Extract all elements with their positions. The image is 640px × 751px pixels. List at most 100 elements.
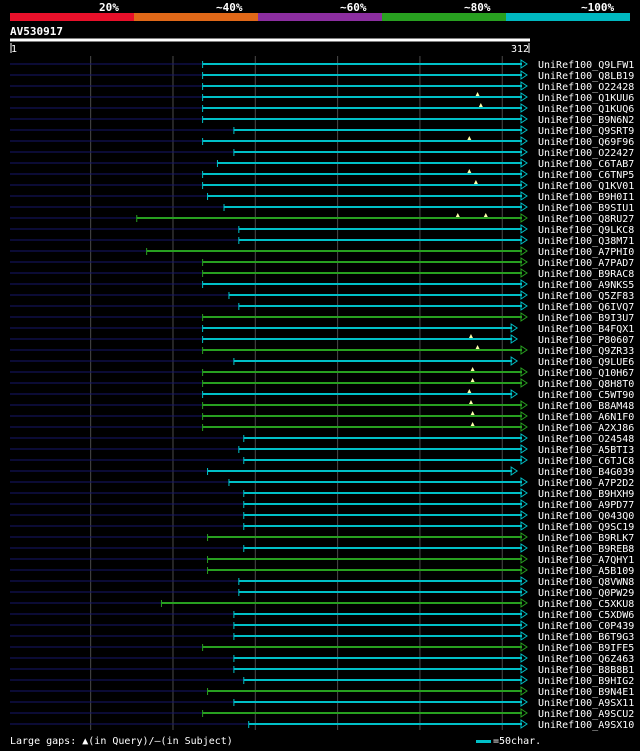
hit-row[interactable]: UniRef100_B9RLK7: [10, 532, 634, 544]
hit-row[interactable]: UniRef100_A2XJ86: [10, 422, 634, 434]
hit-label[interactable]: UniRef100_C6TJC8: [538, 456, 634, 467]
hit-row[interactable]: UniRef100_Q8RU27: [10, 213, 634, 225]
hit-row[interactable]: UniRef100_Q9LKC8: [10, 224, 634, 236]
hit-row[interactable]: UniRef100_O22428: [10, 81, 634, 93]
hit-row[interactable]: UniRef100_B9HIG2: [10, 675, 634, 687]
hit-label[interactable]: UniRef100_Q8LB19: [538, 71, 634, 82]
hit-label[interactable]: UniRef100_Q6Z463: [538, 654, 634, 665]
hit-row[interactable]: UniRef100_A7QHY1: [10, 554, 634, 566]
hit-row[interactable]: UniRef100_B4FQX1: [10, 323, 634, 335]
hit-row[interactable]: UniRef100_A9SX10: [10, 719, 634, 731]
hit-label[interactable]: UniRef100_B9RLK7: [538, 533, 634, 544]
hit-row[interactable]: UniRef100_B9H0I1: [10, 191, 634, 203]
hit-row[interactable]: UniRef100_Q9LUE6: [10, 356, 634, 368]
hit-label[interactable]: UniRef100_O22428: [538, 82, 634, 93]
hit-row[interactable]: UniRef100_O24548: [10, 433, 634, 445]
hit-row[interactable]: UniRef100_Q69F96: [10, 136, 634, 148]
hit-row[interactable]: UniRef100_A5BTI3: [10, 444, 634, 456]
hit-row[interactable]: UniRef100_Q1KUU6: [10, 92, 634, 104]
hit-label[interactable]: UniRef100_B9HIG2: [538, 676, 634, 687]
hit-row[interactable]: UniRef100_Q1KUQ6: [10, 103, 634, 115]
hit-row[interactable]: UniRef100_B9N6N2: [10, 114, 634, 126]
hit-row[interactable]: UniRef100_C0P439: [10, 620, 634, 632]
hit-label[interactable]: UniRef100_A5B109: [538, 566, 634, 577]
hit-row[interactable]: UniRef100_C5XKU8: [10, 598, 634, 610]
hit-row[interactable]: UniRef100_A7PAD7: [10, 257, 634, 269]
hit-label[interactable]: UniRef100_B9HXH9: [538, 489, 634, 500]
hit-row[interactable]: UniRef100_B9IFE5: [10, 642, 634, 654]
hit-row[interactable]: UniRef100_Q38M71: [10, 235, 634, 247]
hit-label[interactable]: UniRef100_C5XKU8: [538, 599, 634, 610]
hit-row[interactable]: UniRef100_B9SIU1: [10, 202, 634, 214]
hit-row[interactable]: UniRef100_A7P2D2: [10, 477, 634, 489]
hit-label[interactable]: UniRef100_Q0PW29: [538, 588, 634, 599]
hit-label[interactable]: UniRef100_B4G039: [538, 467, 634, 478]
hit-label[interactable]: UniRef100_Q8VWN8: [538, 577, 634, 588]
hit-label[interactable]: UniRef100_Q9SRT9: [538, 126, 634, 137]
hit-row[interactable]: UniRef100_A9PD77: [10, 499, 634, 511]
hit-row[interactable]: UniRef100_B6T9G3: [10, 631, 634, 643]
hit-label[interactable]: UniRef100_A7PAD7: [538, 258, 634, 269]
hit-label[interactable]: UniRef100_B9N6N2: [538, 115, 634, 126]
hit-row[interactable]: UniRef100_O22427: [10, 147, 634, 159]
hit-row[interactable]: UniRef100_Q9ZR33: [10, 345, 634, 357]
hit-label[interactable]: UniRef100_B9N4E1: [538, 687, 634, 698]
hit-label[interactable]: UniRef100_Q8RU27: [538, 214, 634, 225]
hit-label[interactable]: UniRef100_Q043Q0: [538, 511, 634, 522]
hit-row[interactable]: UniRef100_C5WT90: [10, 389, 634, 401]
hit-row[interactable]: UniRef100_A9NKS5: [10, 279, 634, 291]
hit-label[interactable]: UniRef100_Q8H8T0: [538, 379, 634, 390]
hit-label[interactable]: UniRef100_A7QHY1: [538, 555, 634, 566]
hit-row[interactable]: UniRef100_B9REB8: [10, 543, 634, 555]
hit-label[interactable]: UniRef100_A9PD77: [538, 500, 634, 511]
hit-row[interactable]: UniRef100_B8B8B1: [10, 664, 634, 676]
hit-row[interactable]: UniRef100_Q9SRT9: [10, 125, 634, 137]
hit-row[interactable]: UniRef100_C6TAB7: [10, 158, 634, 170]
hit-row[interactable]: UniRef100_Q8LB19: [10, 70, 634, 82]
hit-row[interactable]: UniRef100_B9RAC8: [10, 268, 634, 280]
hit-label[interactable]: UniRef100_Q9LUE6: [538, 357, 634, 368]
hit-row[interactable]: UniRef100_Q8VWN8: [10, 576, 634, 588]
hit-row[interactable]: UniRef100_B8AM48: [10, 400, 634, 412]
hit-label[interactable]: UniRef100_Q69F96: [538, 137, 634, 148]
hit-row[interactable]: UniRef100_Q10H67: [10, 367, 634, 379]
hit-row[interactable]: UniRef100_Q6Z463: [10, 653, 634, 665]
hit-label[interactable]: UniRef100_O22427: [538, 148, 634, 159]
hit-row[interactable]: UniRef100_B9N4E1: [10, 686, 634, 698]
hit-row[interactable]: UniRef100_B9HXH9: [10, 488, 634, 500]
hit-label[interactable]: UniRef100_Q9SC19: [538, 522, 634, 533]
hit-row[interactable]: UniRef100_C5XDW6: [10, 609, 634, 621]
hit-label[interactable]: UniRef100_Q10H67: [538, 368, 634, 379]
hit-row[interactable]: UniRef100_B4G039: [10, 466, 634, 478]
hit-label[interactable]: UniRef100_Q6IVQ7: [538, 302, 634, 313]
hit-label[interactable]: UniRef100_Q9ZR33: [538, 346, 634, 357]
hit-label[interactable]: UniRef100_Q1KV01: [538, 181, 634, 192]
hit-label[interactable]: UniRef100_A7PHI0: [538, 247, 634, 258]
hit-label[interactable]: UniRef100_Q9LFW1: [538, 60, 634, 71]
hit-label[interactable]: UniRef100_A7P2D2: [538, 478, 634, 489]
hit-row[interactable]: UniRef100_Q5ZF83: [10, 290, 634, 302]
hit-row[interactable]: UniRef100_P80607: [10, 334, 634, 346]
hit-label[interactable]: UniRef100_C0P439: [538, 621, 634, 632]
hit-row[interactable]: UniRef100_A9SCU2: [10, 708, 634, 720]
hit-label[interactable]: UniRef100_A6N1F0: [538, 412, 634, 423]
hit-label[interactable]: UniRef100_C6TAB7: [538, 159, 634, 170]
hit-row[interactable]: UniRef100_Q043Q0: [10, 510, 634, 522]
hit-label[interactable]: UniRef100_A9SX10: [538, 720, 634, 731]
hit-label[interactable]: UniRef100_B4FQX1: [538, 324, 634, 335]
hit-row[interactable]: UniRef100_A7PHI0: [10, 246, 634, 258]
hit-label[interactable]: UniRef100_O24548: [538, 434, 634, 445]
hit-label[interactable]: UniRef100_B9REB8: [538, 544, 634, 555]
hit-label[interactable]: UniRef100_C5WT90: [538, 390, 634, 401]
hit-row[interactable]: UniRef100_A6N1F0: [10, 411, 634, 423]
hit-row[interactable]: UniRef100_Q9SC19: [10, 521, 634, 533]
hit-label[interactable]: UniRef100_B9I3U7: [538, 313, 634, 324]
hit-row[interactable]: UniRef100_Q6IVQ7: [10, 301, 634, 313]
hit-label[interactable]: UniRef100_P80607: [538, 335, 634, 346]
hit-label[interactable]: UniRef100_Q38M71: [538, 236, 634, 247]
hit-row[interactable]: UniRef100_Q9LFW1: [10, 59, 634, 71]
hit-label[interactable]: UniRef100_B8B8B1: [538, 665, 634, 676]
hit-label[interactable]: UniRef100_B8AM48: [538, 401, 634, 412]
hit-label[interactable]: UniRef100_A5BTI3: [538, 445, 634, 456]
hit-label[interactable]: UniRef100_A9SCU2: [538, 709, 634, 720]
